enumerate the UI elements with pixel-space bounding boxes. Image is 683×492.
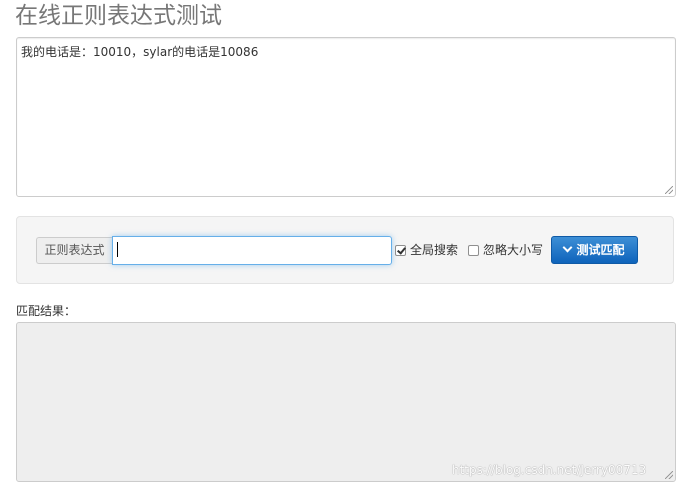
regex-input[interactable] — [112, 236, 392, 265]
source-text: 我的电话是：10010，sylar的电话是10086 — [21, 45, 259, 59]
test-match-label: 测试匹配 — [576, 243, 625, 257]
global-search-checkbox[interactable] — [395, 245, 406, 256]
global-search-label[interactable]: 全局搜索 — [410, 241, 458, 259]
chevron-down-icon — [563, 242, 573, 253]
page-title: 在线正则表达式测试 — [15, 3, 222, 29]
watermark: https://blog.csdn.net/Jerry00713 — [452, 463, 647, 477]
resize-handle-icon[interactable] — [665, 471, 673, 479]
controls-panel: 正则表达式 全局搜索 忽略大小写 测试匹配 — [16, 216, 674, 284]
text-caret — [117, 242, 118, 257]
resize-handle-icon[interactable] — [665, 186, 673, 194]
result-output[interactable] — [16, 322, 676, 482]
test-match-button[interactable]: 测试匹配 — [551, 236, 638, 264]
ignore-case-label[interactable]: 忽略大小写 — [483, 241, 543, 259]
ignore-case-checkbox[interactable] — [468, 245, 479, 256]
source-text-input[interactable]: 我的电话是：10010，sylar的电话是10086 — [16, 37, 676, 197]
regex-label: 正则表达式 — [36, 237, 112, 264]
result-label: 匹配结果： — [16, 304, 77, 318]
page: 在线正则表达式测试 我的电话是：10010，sylar的电话是10086 正则表… — [0, 0, 683, 492]
